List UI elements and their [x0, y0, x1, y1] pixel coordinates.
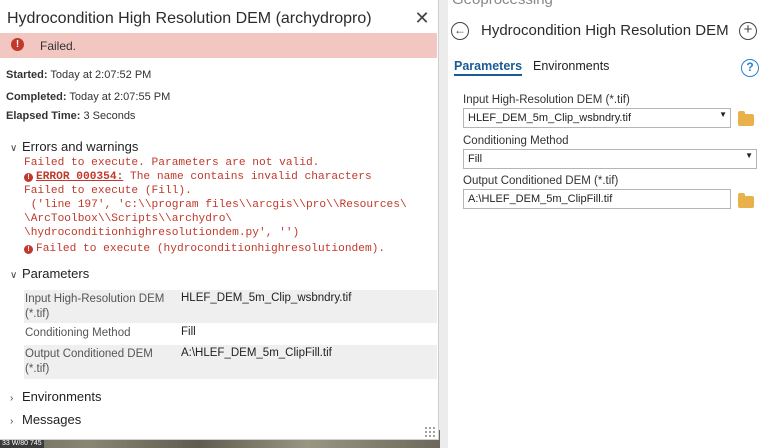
param-row: Input High-Resolution DEM (*.tif) HLEF_D… — [24, 290, 437, 323]
elapsed-label: Elapsed Time: — [6, 110, 81, 122]
completed-row: Completed: Today at 2:07:55 PM — [6, 91, 170, 103]
messages-section-toggle[interactable]: › Messages — [10, 412, 81, 427]
environments-heading: Environments — [22, 389, 102, 404]
completed-label: Completed: — [6, 91, 67, 103]
tab-environments[interactable]: Environments — [533, 59, 609, 73]
status-text: Failed. — [40, 39, 77, 53]
param-row: Output Conditioned DEM (*.tif) A:\HLEF_D… — [24, 345, 437, 379]
chevron-right-icon: › — [10, 393, 14, 404]
completed-value: Today at 2:07:55 PM — [69, 91, 171, 103]
started-label: Started: — [6, 69, 48, 81]
chevron-down-icon: ∨ — [10, 143, 18, 154]
error-line: \hydroconditionhighresolutiondem.py', ''… — [24, 227, 300, 239]
error-code-link[interactable]: ERROR 000354: — [36, 171, 123, 183]
add-icon[interactable]: + — [739, 22, 757, 40]
dropdown-arrow-icon: ▼ — [719, 110, 727, 119]
started-row: Started: Today at 2:07:52 PM — [6, 69, 151, 81]
chevron-right-icon: › — [10, 416, 14, 427]
pane-header: Geoprocessing — [452, 0, 553, 8]
param-value: HLEF_DEM_5m_Clip_wsbndry.tif — [181, 292, 352, 304]
error-icon: ! — [24, 173, 33, 182]
elapsed-row: Elapsed Time: 3 Seconds — [6, 110, 135, 122]
param-value: Fill — [181, 326, 196, 338]
param-value: A:\HLEF_DEM_5m_ClipFill.tif — [181, 347, 332, 359]
failed-banner: ! Failed. — [0, 33, 437, 58]
folder-icon[interactable] — [738, 111, 754, 126]
dropdown-arrow-icon: ▼ — [745, 151, 753, 160]
error-icon: ! — [11, 38, 24, 51]
input-dem-label: Input High-Resolution DEM (*.tif) — [463, 94, 630, 106]
conditioning-method-value: Fill — [468, 153, 483, 165]
error-message: The name contains invalid characters — [123, 171, 372, 183]
chevron-down-icon: ∨ — [10, 270, 18, 281]
map-coordinate-readout: 33 W/80 745 — [0, 440, 44, 448]
output-dem-label: Output Conditioned DEM (*.tif) — [463, 175, 619, 187]
elapsed-value: 3 Seconds — [83, 110, 136, 122]
tool-result-dialog: Hydrocondition High Resolution DEM (arch… — [0, 0, 439, 440]
input-dem-value: HLEF_DEM_5m_Clip_wsbndry.tif — [468, 112, 632, 124]
folder-icon[interactable] — [738, 193, 754, 208]
error-icon: ! — [24, 245, 33, 254]
error-line: Failed to execute (Fill). — [24, 185, 192, 197]
help-icon[interactable]: ? — [741, 59, 759, 77]
environments-section-toggle[interactable]: › Environments — [10, 389, 101, 404]
error-line-354: ! ERROR 000354: The name contains invalid… — [24, 171, 372, 183]
output-dem-value: A:\HLEF_DEM_5m_ClipFill.tif — [468, 193, 613, 205]
back-icon[interactable]: ← — [451, 22, 469, 40]
messages-heading: Messages — [22, 412, 82, 427]
parameters-heading: Parameters — [22, 266, 90, 281]
input-dem-dropdown[interactable]: HLEF_DEM_5m_Clip_wsbndry.tif ▼ — [463, 108, 731, 128]
error-line: \ArcToolbox\\Scripts\\archydro\ — [24, 213, 233, 225]
errors-heading: Errors and warnings — [22, 139, 139, 154]
error-line: ('line 197', 'c:\\program files\\arcgis\… — [24, 199, 407, 211]
error-line: Failed to execute. Parameters are not va… — [24, 157, 320, 169]
errors-section-toggle[interactable]: ∨ Errors and warnings — [10, 139, 138, 154]
dialog-title: Hydrocondition High Resolution DEM (arch… — [7, 10, 372, 27]
error-line-final: ! Failed to execute (hydroconditionhighre… — [24, 243, 385, 255]
tab-parameters[interactable]: Parameters — [454, 59, 523, 76]
output-dem-field[interactable]: A:\HLEF_DEM_5m_ClipFill.tif — [463, 189, 731, 209]
param-label: Output Conditioned DEM (*.tif) — [25, 348, 153, 375]
parameters-section-toggle[interactable]: ∨ Parameters — [10, 266, 89, 281]
conditioning-method-dropdown[interactable]: Fill ▼ — [463, 149, 757, 169]
param-label: Input High-Resolution DEM (*.tif) — [25, 293, 165, 320]
close-icon[interactable]: ✕ — [414, 8, 430, 28]
conditioning-method-label: Conditioning Method — [463, 135, 569, 147]
started-value: Today at 2:07:52 PM — [50, 69, 152, 81]
tool-title: Hydrocondition High Resolution DEM — [481, 22, 729, 39]
error-message: Failed to execute (hydroconditionhighres… — [36, 243, 386, 255]
param-row: Conditioning Method Fill — [24, 324, 437, 344]
resize-grip-icon[interactable] — [424, 426, 436, 438]
param-label: Conditioning Method — [25, 327, 131, 339]
